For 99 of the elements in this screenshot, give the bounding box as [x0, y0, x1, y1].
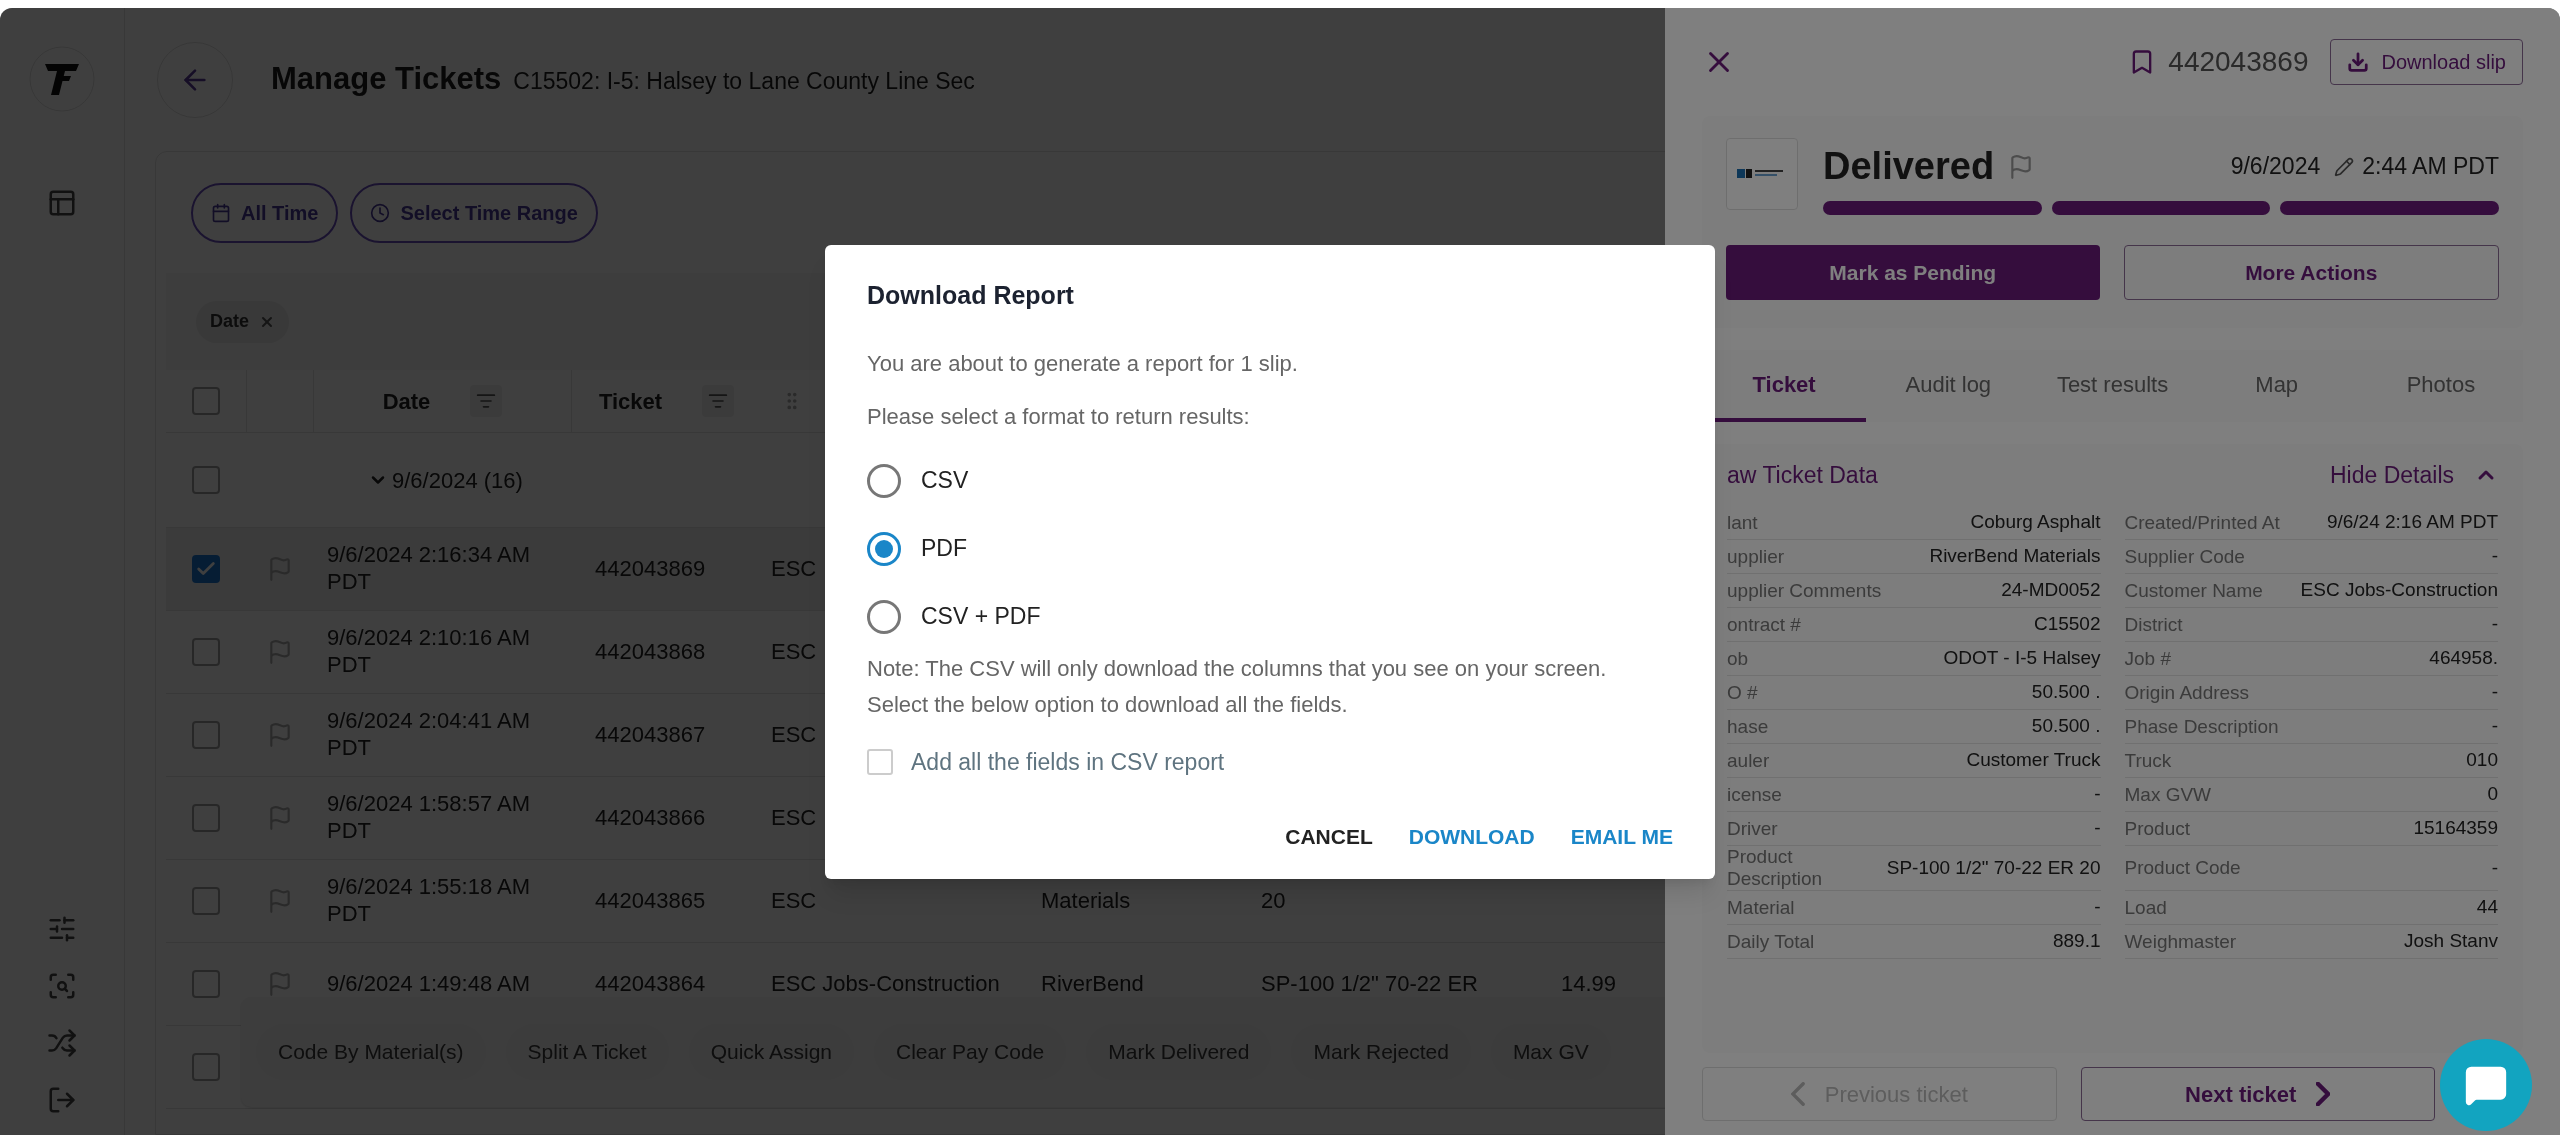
field-value: ODOT - I-5 Halsey	[1943, 646, 2101, 671]
download-slip-button[interactable]: Download slip	[2330, 39, 2523, 85]
status-title: Delivered	[1823, 144, 1995, 189]
field-value: -	[2094, 782, 2101, 807]
row-checkbox[interactable]	[192, 721, 220, 749]
csv-fields-checkbox[interactable]	[867, 748, 893, 775]
field-value: -	[2491, 714, 2498, 739]
tab[interactable]: Photos	[2358, 350, 2523, 422]
field-value: 15164359	[2413, 816, 2498, 841]
field-label: Phase Description	[2124, 715, 2279, 738]
field-label: Origin Address	[2124, 681, 2250, 704]
field-label: O #	[1727, 681, 1758, 704]
field-label: icense	[1727, 783, 1782, 806]
field-value: Coburg Asphalt	[1970, 510, 2101, 535]
calendar-icon	[211, 203, 231, 223]
dialog-note: Note: The CSV will only download the columns that you see on your screen. Select the below option to download all the fields.	[867, 654, 1608, 719]
shuffle-icon	[47, 1028, 77, 1058]
field-label: auler	[1727, 749, 1770, 772]
tab[interactable]: Test results	[2030, 350, 2195, 422]
dialog-title: Download Report	[867, 280, 1075, 311]
row-checkbox[interactable]	[192, 638, 220, 666]
row-checkbox[interactable]	[192, 804, 220, 832]
page-title: Manage Tickets	[271, 60, 502, 99]
field-value: 0	[2487, 782, 2498, 807]
field-value: 44	[2476, 895, 2498, 920]
tab[interactable]: Map	[2194, 350, 2359, 422]
field-value: 9/6/24 2:16 AM PDT	[2326, 510, 2498, 535]
field-value: 50.500 .	[2031, 680, 2101, 705]
field-label: ob	[1727, 647, 1749, 670]
field-label: Job #	[2124, 647, 2171, 670]
row-checkbox[interactable]	[192, 887, 220, 915]
ticket-time: 2:44 AM PDT	[2362, 152, 2499, 182]
layout-icon	[47, 188, 77, 218]
field-label: hase	[1727, 715, 1769, 738]
field-label: ontract #	[1727, 613, 1801, 636]
dialog-button[interactable]: CANCEL	[1285, 821, 1373, 853]
dialog-button[interactable]: EMAIL ME	[1570, 821, 1673, 853]
chevron-right-icon	[2316, 1082, 2331, 1106]
ticket-date: 9/6/2024	[2230, 152, 2321, 182]
field-value: RiverBend Materials	[1929, 544, 2101, 569]
dialog-button[interactable]: DOWNLOAD	[1408, 821, 1535, 853]
field-label: Driver	[1727, 817, 1778, 840]
group-checkbox[interactable]	[192, 466, 220, 494]
page-subtitle: C15502: I-5: Halsey to Lane County Line Sec	[513, 67, 975, 97]
radio-button[interactable]	[867, 531, 901, 566]
field-value: C15502	[2033, 612, 2101, 637]
row-checkbox[interactable]	[192, 555, 220, 583]
row-checkbox[interactable]	[192, 1053, 220, 1081]
field-label: upplier Comments	[1727, 579, 1882, 602]
select-all-checkbox[interactable]	[192, 387, 220, 415]
chevron-left-icon	[1790, 1082, 1805, 1106]
field-value: Customer Truck	[1966, 748, 2101, 773]
row-checkbox[interactable]	[192, 970, 220, 998]
clock-icon	[370, 203, 391, 223]
edit-icon	[2334, 156, 2355, 177]
field-label: Truck	[2124, 749, 2172, 772]
field-label: District	[2124, 613, 2183, 636]
filter-icon[interactable]	[702, 385, 735, 417]
field-value: -	[2491, 612, 2498, 637]
field-value: -	[2491, 680, 2498, 705]
field-label: Customer Name	[2124, 579, 2263, 602]
radio-button[interactable]	[867, 463, 901, 498]
field-value: -	[2094, 816, 2101, 841]
format-option[interactable]: CSV	[867, 446, 969, 515]
section-title: aw Ticket Data	[1727, 460, 1878, 490]
tab[interactable]: Audit log	[1866, 350, 2031, 422]
next-ticket-button[interactable]: Next ticket	[2080, 1067, 2435, 1121]
checkbox-label: Add all the fields in CSV report	[911, 747, 1225, 777]
field-label: Max GVW	[2124, 783, 2212, 806]
scan-search-icon	[47, 971, 77, 1001]
more-actions-button[interactable]: More Actions	[2123, 245, 2499, 300]
download-icon	[2347, 51, 2370, 73]
field-value: 010	[2466, 748, 2498, 773]
format-option[interactable]: PDF	[867, 514, 967, 583]
field-value: 464958.	[2429, 646, 2498, 671]
field-value: -	[2491, 544, 2498, 569]
logout-icon	[47, 1085, 77, 1115]
field-value: 50.500 .	[2031, 714, 2101, 739]
field-label: Product	[2124, 817, 2190, 840]
logo-icon	[29, 46, 95, 112]
field-label: Material	[1727, 896, 1795, 919]
field-label: Created/Printed At	[2124, 511, 2280, 534]
hide-details-button[interactable]: Hide Details	[2330, 457, 2498, 493]
field-value: ESC Jobs-Construction	[2300, 578, 2498, 603]
field-label: upplier	[1727, 545, 1785, 568]
sliders-icon	[47, 914, 77, 944]
dialog-text: Please select a format to return results:	[867, 402, 1251, 431]
field-label: Load	[2124, 896, 2167, 919]
ticket-number: 442043869	[2168, 45, 2309, 79]
format-option[interactable]: CSV + PDF	[867, 582, 1041, 651]
mark-pending-button[interactable]: Mark as Pending	[1726, 245, 2100, 300]
field-value: 24-MD0052	[2001, 578, 2101, 603]
radio-button[interactable]	[867, 599, 901, 634]
filter-icon[interactable]	[470, 385, 503, 417]
field-value: -	[2094, 895, 2101, 920]
field-label: Supplier Code	[2124, 545, 2245, 568]
field-label: lant	[1727, 511, 1758, 534]
dialog-text: You are about to generate a report for 1 slip.	[867, 349, 1299, 378]
field-label: Product Code	[2124, 857, 2241, 879]
